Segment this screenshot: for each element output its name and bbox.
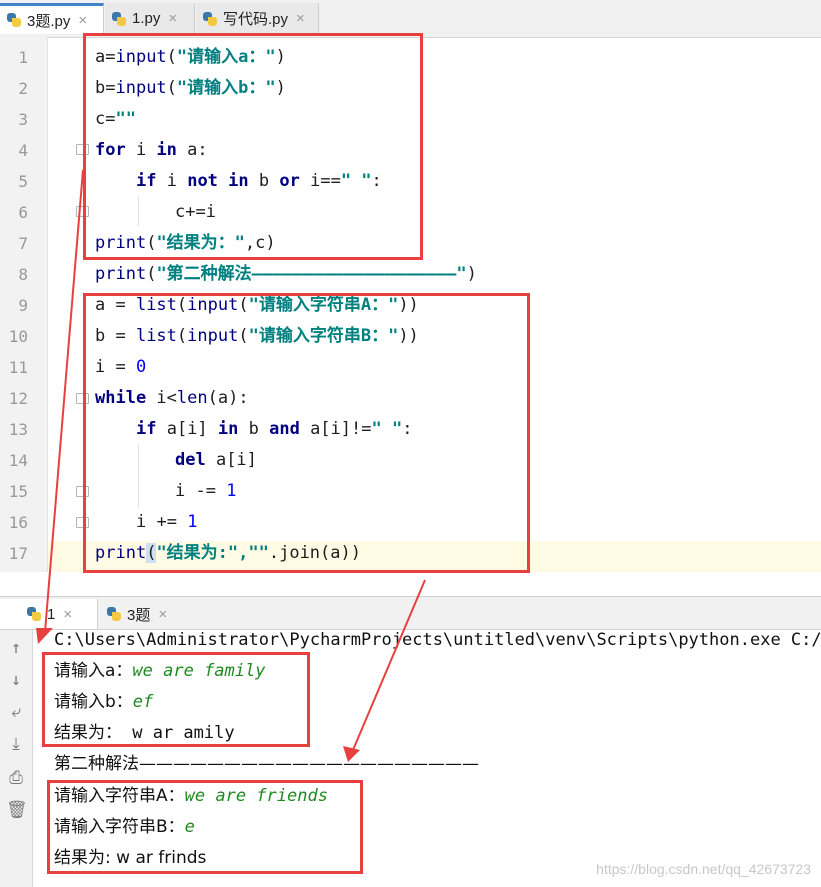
watermark: https://blog.csdn.net/qq_42673723 xyxy=(596,861,811,877)
arrowhead-icon xyxy=(36,628,53,644)
arrow-line xyxy=(44,169,84,633)
arrow-line xyxy=(352,579,426,751)
annotation-arrows xyxy=(36,169,426,762)
arrowhead-icon xyxy=(343,746,360,762)
